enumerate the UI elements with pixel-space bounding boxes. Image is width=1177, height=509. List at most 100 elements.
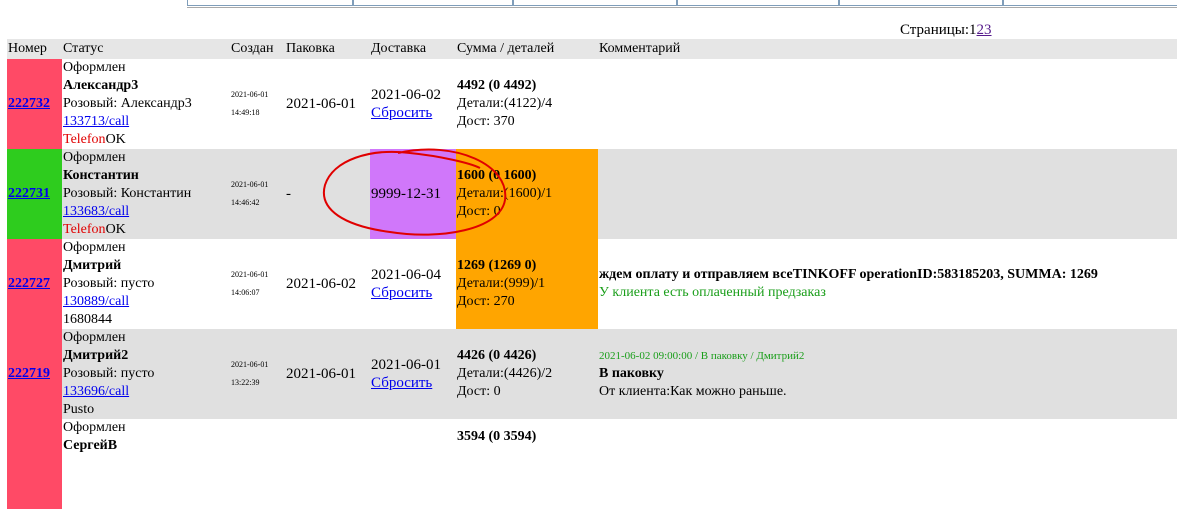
- order-id-link[interactable]: 222727: [8, 276, 50, 291]
- table-row: 222727 Оформлен Дмитрий Розовый: пусто 1…: [7, 239, 1177, 329]
- table-row: Оформлен СергейВ 3594 (0 3594): [7, 419, 1177, 509]
- status-text: Оформлен: [63, 60, 126, 75]
- sum-cell: 3594 (0 3594): [456, 419, 598, 509]
- packing-date: 2021-06-01: [286, 96, 356, 112]
- call-link[interactable]: 133683/call: [63, 204, 129, 219]
- comment-green: У клиента есть оплаченный предзаказ: [599, 285, 826, 300]
- delivery-type: Розовый: пусто: [63, 366, 155, 381]
- status-text: Оформлен: [63, 330, 126, 345]
- sum-cell: 4492 (0 4492) Детали:(4122)/4 Дост: 370: [456, 59, 598, 149]
- order-id-cell: [7, 419, 62, 509]
- created-cell: 2021-06-01 13:22:39: [230, 329, 285, 419]
- status-text: Оформлен: [63, 420, 126, 435]
- order-id-cell: 222719: [7, 329, 62, 419]
- created-time: 14:49:18: [231, 108, 260, 117]
- pagination-label: Страницы:: [900, 22, 970, 38]
- order-id-link[interactable]: 222719: [8, 366, 50, 381]
- delivery-date: 2021-06-04: [371, 267, 441, 283]
- client-extra: 1680844: [63, 312, 112, 327]
- created-cell: 2021-06-01 14:46:42: [230, 149, 285, 239]
- packing-date: -: [286, 186, 291, 202]
- status-text: Оформлен: [63, 150, 126, 165]
- client-name: СергейВ: [63, 438, 118, 453]
- created-date: 2021-06-01: [231, 90, 269, 99]
- comment-cell: 2021-06-02 09:00:00 / В паковку / Дмитри…: [598, 329, 1177, 419]
- delivery-date: 9999-12-31: [371, 186, 441, 202]
- sum-total: 1600 (0 1600): [457, 168, 537, 183]
- sum-total: 4492 (0 4492): [457, 78, 537, 93]
- call-link[interactable]: 133713/call: [63, 114, 129, 129]
- delivery-cell: 2021-06-04 Сбросить: [370, 239, 456, 329]
- sum-details: Детали:(4122)/4: [457, 96, 553, 111]
- comment-cell: ждем оплату и отправляем всеTINKOFF oper…: [598, 239, 1177, 329]
- order-id-cell: 222727: [7, 239, 62, 329]
- col-header-created[interactable]: Создан: [230, 39, 285, 59]
- call-link[interactable]: 130889/call: [63, 294, 129, 309]
- col-header-packing[interactable]: Паковка: [285, 39, 370, 59]
- packing-date: 2021-06-02: [286, 276, 356, 292]
- delivery-type: Розовый: Константин: [63, 186, 192, 201]
- order-id-link[interactable]: 222731: [8, 186, 50, 201]
- comment-history: 2021-06-02 09:00:00 / В паковку / Дмитри…: [599, 350, 805, 362]
- sum-total: 3594 (0 3594): [457, 429, 537, 444]
- telefon-status: OK: [105, 222, 126, 237]
- order-id-cell: 222731: [7, 149, 62, 239]
- col-header-sum[interactable]: Сумма / деталей: [456, 39, 598, 59]
- sum-delivery: Дост: 370: [457, 114, 515, 129]
- client-name: Константин: [63, 168, 139, 183]
- sum-cell: 4426 (0 4426) Детали:(4426)/2 Дост: 0: [456, 329, 598, 419]
- orders-table: Номер Статус Создан Паковка Доставка Сум…: [7, 39, 1177, 509]
- table-row: 222731 Оформлен Константин Розовый: Конс…: [7, 149, 1177, 239]
- sum-cell: 1269 (1269 0) Детали:(999)/1 Дост: 270: [456, 239, 598, 329]
- telefon-label: Telefon: [63, 132, 106, 147]
- client-name: Александр3: [63, 78, 139, 93]
- order-id-cell: 222732: [7, 59, 62, 149]
- delivery-date: 2021-06-02: [371, 87, 441, 103]
- status-cell: Оформлен Александр3 Розовый: Александр3 …: [62, 59, 230, 149]
- col-header-status[interactable]: Статус: [62, 39, 230, 59]
- created-time: 14:46:42: [231, 198, 260, 207]
- status-cell: Оформлен Дмитрий2 Розовый: пусто 133696/…: [62, 329, 230, 419]
- page-link-1[interactable]: 1: [969, 22, 977, 38]
- delivery-cell: 9999-12-31: [370, 149, 456, 239]
- sum-delivery: Дост: 270: [457, 294, 515, 309]
- telefon-label: Telefon: [63, 222, 106, 237]
- delivery-cell: 2021-06-01 Сбросить: [370, 329, 456, 419]
- created-time: 13:22:39: [231, 378, 260, 387]
- table-row: 222719 Оформлен Дмитрий2 Розовый: пусто …: [7, 329, 1177, 419]
- reset-link[interactable]: Сбросить: [371, 105, 432, 121]
- sum-delivery: Дост: 0: [457, 204, 501, 219]
- page-link-3[interactable]: 3: [984, 22, 992, 38]
- order-id-link[interactable]: 222732: [8, 96, 50, 111]
- sum-delivery: Дост: 0: [457, 384, 501, 399]
- comment-plain: От клиента:Как можно раньше.: [599, 384, 787, 399]
- col-header-comment[interactable]: Комментарий: [598, 39, 1177, 59]
- sum-details: Детали:(999)/1: [457, 276, 546, 291]
- status-cell: Оформлен Дмитрий Розовый: пусто 130889/c…: [62, 239, 230, 329]
- telefon-status: OK: [105, 132, 126, 147]
- client-extra: Pusto: [63, 402, 95, 417]
- col-header-delivery[interactable]: Доставка: [370, 39, 456, 59]
- packing-date: 2021-06-01: [286, 366, 356, 382]
- sum-total: 1269 (1269 0): [457, 258, 537, 273]
- top-nav-strip: [187, 0, 1177, 8]
- created-date: 2021-06-01: [231, 360, 269, 369]
- col-header-number[interactable]: Номер: [7, 39, 62, 59]
- comment-cell: [598, 59, 1177, 149]
- created-time: 14:06:07: [231, 288, 260, 297]
- page-link-2[interactable]: 2: [977, 22, 985, 38]
- call-link[interactable]: 133696/call: [63, 384, 129, 399]
- reset-link[interactable]: Сбросить: [371, 375, 432, 391]
- created-cell: 2021-06-01 14:06:07: [230, 239, 285, 329]
- delivery-type: Розовый: пусто: [63, 276, 155, 291]
- reset-link[interactable]: Сбросить: [371, 285, 432, 301]
- delivery-type: Розовый: Александр3: [63, 96, 192, 111]
- sum-total: 4426 (0 4426): [457, 348, 537, 363]
- sum-details: Детали:(4426)/2: [457, 366, 553, 381]
- status-cell: Оформлен СергейВ: [62, 419, 230, 509]
- client-name: Дмитрий2: [63, 348, 129, 363]
- sum-details: Детали:(1600)/1: [457, 186, 553, 201]
- delivery-cell: 2021-06-02 Сбросить: [370, 59, 456, 149]
- status-text: Оформлен: [63, 240, 126, 255]
- pagination: Страницы:123: [900, 22, 992, 39]
